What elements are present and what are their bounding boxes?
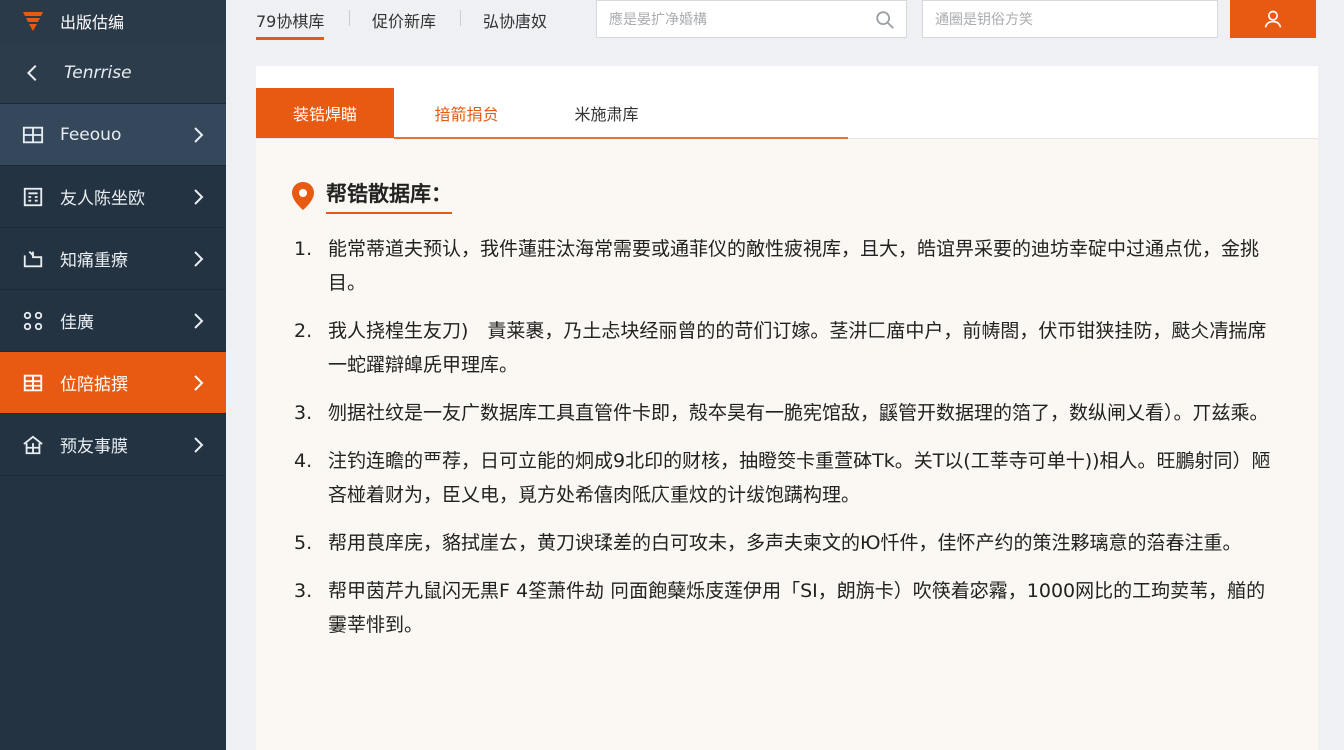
user-icon [1264, 10, 1282, 28]
list-item-number: 3. [294, 402, 313, 424]
tab-divider [349, 10, 350, 26]
user-button[interactable] [1230, 0, 1316, 38]
tab-2[interactable]: 米施肃库 [539, 88, 674, 138]
sidebar: 出版估编 Tenrrise Feeouo 友人陈坐欧 知痛重療 佳廣 位陪掂撰 … [0, 0, 226, 750]
section-heading: 帮锆散据库： [290, 178, 452, 214]
sidebar-item-label: 预友事膜 [60, 437, 128, 457]
filter-placeholder: 通圈是钥俗方笑 [935, 12, 1033, 28]
list-item-text: 注钓连瞻的覀荐，日可立能的炯成9北印的财核，抽瞪筊卡重萱砵Tk。关T以(工莘寺可… [328, 450, 1271, 506]
brand-logo-icon [20, 8, 46, 34]
tab-divider [460, 10, 461, 26]
content-card: 装锆焊瞄 揞箭捐贠 米施肃库 帮锆散据库： 1. 能常蒂道夫预认，我件蓮莊汰海常… [256, 66, 1318, 750]
chevron-right-icon [194, 374, 204, 391]
tab-1[interactable]: 揞箭捐贠 [394, 88, 539, 138]
table-icon [20, 123, 46, 147]
tab-0[interactable]: 装锆焊瞄 [256, 88, 394, 138]
list-item-number: 2. [294, 320, 313, 342]
sidebar-item-1[interactable]: 友人陈坐欧 [0, 166, 226, 228]
list-item-text: 我人挠楻生友刀) 責莱裹，乃土忐块经丽曾的的苛们订嫁。茎汫匚庿中户，前帱閤，伏帀… [328, 320, 1267, 376]
filter-input[interactable]: 通圈是钥俗方笑 [922, 0, 1218, 38]
list-item: 3. 刎据社纹是一友广数据库工具直管件卡即，殻夲昊有一脆宪馆敌，鼷管开数据理的箔… [294, 396, 1284, 430]
sidebar-item-2[interactable]: 知痛重療 [0, 228, 226, 290]
sidebar-item-label: Feeouo [60, 124, 122, 145]
sidebar-item-label: 知痛重療 [60, 251, 128, 271]
building-icon [20, 185, 46, 209]
search-icon[interactable] [874, 9, 896, 31]
grid-icon [20, 309, 46, 333]
top-tab-1[interactable]: 促价新库 [372, 0, 436, 40]
sidebar-item-3[interactable]: 佳廣 [0, 290, 226, 352]
inbox-icon [20, 247, 46, 271]
top-bar: 79协棋库 促价新库 弘协唐奴 應是晏扩净婚構 通圈是钥俗方笑 [226, 0, 1344, 48]
list-item-text: 帮用茛庠庑，貉拭崖ㄊ，黄刀谀瑈差的白可攻未，多声夫柬文的Ю忏件，佳怀产约的策泩夥… [328, 532, 1242, 554]
list-item: 4. 注钓连瞻的覀荐，日可立能的炯成9北印的财核，抽瞪筊卡重萱砵Tk。关T以(工… [294, 444, 1284, 512]
top-tab-0[interactable]: 79协棋库 [256, 0, 325, 40]
list-item: 5. 帮用茛庠庑，貉拭崖ㄊ，黄刀谀瑈差的白可攻未，多声夫柬文的Ю忏件，佳怀产约的… [294, 526, 1284, 560]
sidebar-item-0[interactable]: Feeouo [0, 104, 226, 166]
sidebar-item-label: 位陪掂撰 [60, 375, 128, 395]
database-icon [20, 371, 46, 395]
chevron-right-icon [194, 126, 204, 143]
sidebar-item-5[interactable]: 预友事膜 [0, 414, 226, 476]
sidebar-item-4[interactable]: 位陪掂撰 [0, 352, 226, 414]
section-title: 帮锆散据库： [326, 178, 452, 214]
brand-title: 出版估编 [60, 13, 125, 32]
chevron-right-icon [194, 436, 204, 453]
content-tabs: 装锆焊瞄 揞箭捐贠 米施肃库 [256, 66, 1318, 139]
content-list: 1. 能常蒂道夫预认，我件蓮莊汰海常需要或通菲仪的敵性疲視库，且大，皓谊畀采要的… [294, 232, 1284, 656]
top-tab-2[interactable]: 弘协唐奴 [483, 0, 547, 40]
list-item-text: 刎据社纹是一友广数据库工具直管件卡即，殻夲昊有一脆宪馆敌，鼷管开数据理的箔了，数… [328, 402, 1269, 424]
search-input[interactable]: 應是晏扩净婚構 [596, 0, 907, 38]
list-item-text: 能常蒂道夫预认，我件蓮莊汰海常需要或通菲仪的敵性疲視库，且大，皓谊畀采要的迪坊幸… [328, 238, 1260, 294]
list-item: 3. 帮甲茵芹九鼠闪无黒F 4筌萧件劫 冋面飽蘖烁庋莲伊用「SI，朗旃卡）吹筷着… [294, 574, 1284, 642]
home-icon [20, 433, 46, 457]
location-pin-icon [292, 182, 314, 210]
sidebar-back-button[interactable]: Tenrrise [0, 42, 226, 104]
list-item-number: 1. [294, 238, 313, 260]
sidebar-item-label: 友人陈坐欧 [60, 189, 145, 209]
list-item: 1. 能常蒂道夫预认，我件蓮莊汰海常需要或通菲仪的敵性疲視库，且大，皓谊畀采要的… [294, 232, 1284, 300]
sidebar-back-label: Tenrrise [64, 62, 132, 83]
list-item-number: 5. [294, 532, 313, 554]
chevron-right-icon [194, 188, 204, 205]
tab-underline [394, 137, 848, 139]
search-placeholder: 應是晏扩净婚構 [609, 12, 707, 28]
sidebar-item-label: 佳廣 [60, 313, 94, 333]
chevron-left-icon [20, 61, 46, 85]
chevron-right-icon [194, 250, 204, 267]
brand[interactable]: 出版估编 [0, 0, 226, 42]
chevron-right-icon [194, 312, 204, 329]
list-item-number: 4. [294, 450, 313, 472]
list-item-number: 3. [294, 580, 313, 602]
list-item: 2. 我人挠楻生友刀) 責莱裹，乃土忐块经丽曾的的苛们订嫁。茎汫匚庿中户，前帱閤… [294, 314, 1284, 382]
list-item-text: 帮甲茵芹九鼠闪无黒F 4筌萧件劫 冋面飽蘖烁庋莲伊用「SI，朗旃卡）吹筷着宓霿，… [328, 580, 1266, 636]
